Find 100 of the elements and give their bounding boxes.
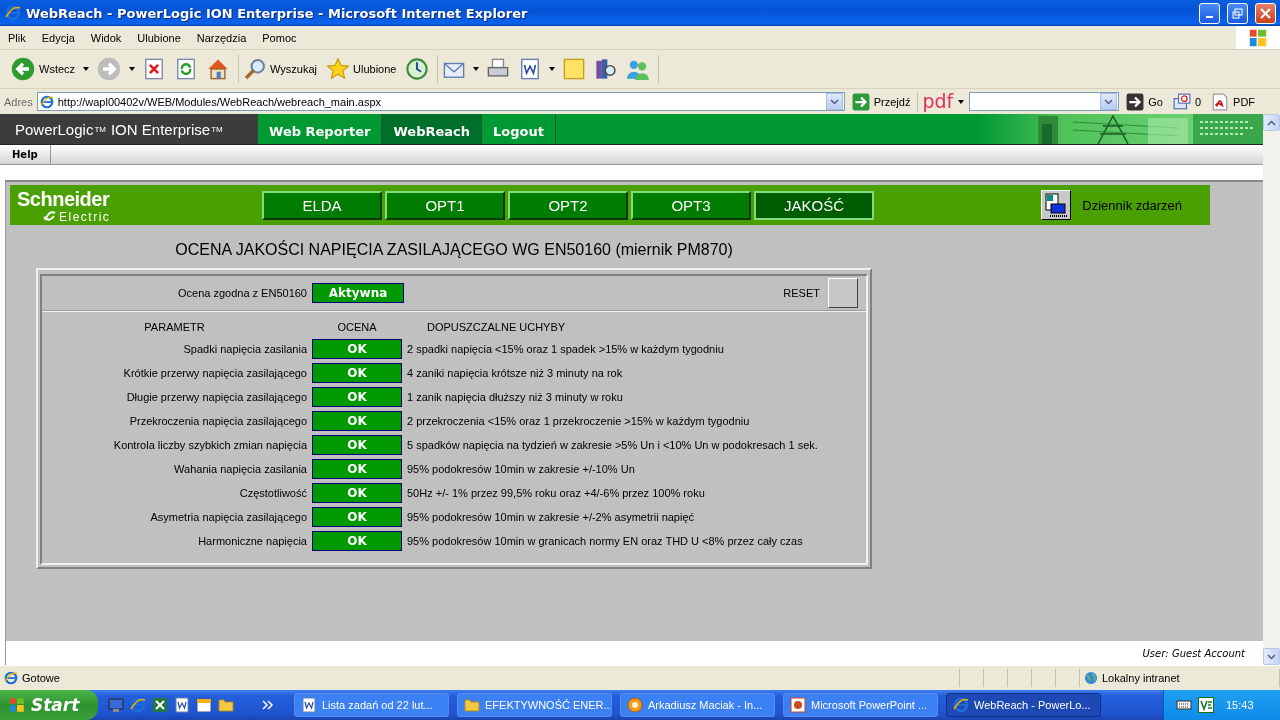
home-icon <box>207 58 230 80</box>
search-field[interactable] <box>969 92 1120 111</box>
tab[interactable]: OPT2 <box>508 190 628 220</box>
limits-cell-text: 95% podokresów 10min w zakresie +/-10% Un <box>407 463 636 475</box>
popup-blocker-button[interactable]: 0 <box>1169 92 1205 111</box>
limits-cell-text: 2 spadki napięcia <15% oraz 1 spadek >15% w każdym tygodniu <box>407 343 725 355</box>
keyboard-icon[interactable] <box>1176 697 1192 713</box>
taskbar-button[interactable]: EFEKTYWNOŚĆ ENER... <box>457 693 612 717</box>
limits-cell-text: 95% podokresów 10min w granicach normy EN oraz THD U <8% przez cały czas <box>407 535 804 547</box>
parameter-cell-text: Kontrola liczby szybkich zmian napięcia <box>112 439 307 451</box>
parameter-cell-text: Harmoniczne napięcia <box>197 535 307 547</box>
menu-item[interactable]: Ulubione <box>129 31 189 44</box>
chevron-up-icon <box>1267 119 1276 126</box>
taskbar-button[interactable]: Microsoft PowerPoint ... <box>783 693 938 717</box>
document-icon <box>519 58 542 80</box>
caret-icon[interactable] <box>957 98 966 105</box>
folder-icon[interactable] <box>218 697 234 713</box>
pdf-file-icon <box>1211 92 1230 111</box>
menu-item[interactable]: Plik <box>0 31 34 44</box>
books-icon <box>595 58 618 80</box>
rating-indicator: OK <box>312 387 402 407</box>
close-button[interactable] <box>1255 2 1276 24</box>
chevron-down-icon[interactable] <box>1104 98 1114 105</box>
rating-indicator: OK <box>312 339 402 359</box>
address-label: Adres <box>4 95 33 108</box>
refresh-icon <box>175 58 198 80</box>
minimize-icon <box>1206 16 1213 18</box>
menu-item[interactable]: Narzędzia <box>188 31 255 44</box>
limits-cell-text: 2 przekroczenia <15% oraz 1 przekroczenie >15% w każdym tygodniu <box>407 415 751 427</box>
tab[interactable]: OPT1 <box>385 190 505 220</box>
parameter-cell-text: Krótkie przerwy napięcia zasilającego <box>122 367 307 379</box>
tab[interactable]: ELDA <box>262 190 382 220</box>
help-link[interactable]: Help <box>0 145 51 164</box>
parameter-cell-text: Przekroczenia napięcia zasilającego <box>128 415 307 427</box>
rating-indicator: OK <box>312 459 402 479</box>
note-icon <box>563 58 586 80</box>
menu-item[interactable]: Widok <box>82 31 130 44</box>
taskbar-button[interactable]: Arkadiusz Maciak - In... <box>620 693 775 717</box>
nav-link[interactable]: WebReach <box>382 114 482 144</box>
people-icon <box>627 58 650 80</box>
computer-icon <box>1044 192 1069 218</box>
calendar-icon[interactable] <box>196 697 212 713</box>
status-text: Gotowe <box>22 672 60 684</box>
arrow-icon <box>1126 92 1145 111</box>
start-button[interactable]: Start <box>0 690 98 720</box>
app-icon[interactable] <box>1198 697 1214 713</box>
star-icon <box>327 58 350 80</box>
menu-item[interactable]: Edycja <box>33 31 83 44</box>
parameter-cell-text: Częstotliwość <box>238 487 307 499</box>
event-log-button[interactable] <box>1041 190 1072 220</box>
taskbar-button[interactable]: WebReach - PowerLo... <box>946 693 1101 717</box>
event-log-label: Dziennik zdarzeń <box>1082 197 1182 213</box>
search-button[interactable]: Wyszukaj <box>241 56 321 82</box>
address-field[interactable]: http://wapl00402v/WEB/Modules/WebReach/webreach_main.aspx <box>36 92 845 111</box>
document-icon[interactable] <box>174 697 190 713</box>
chevron-down-icon[interactable] <box>829 98 839 105</box>
page-heading: OCENA JAKOŚCI NAPIĘCIA ZASILAJĄCEGO WG EN50160 (miernik PM870) <box>174 241 734 259</box>
logo-subtitle: Electric <box>59 210 111 223</box>
reset-label: RESET <box>783 287 820 299</box>
caret-icon[interactable] <box>82 66 91 72</box>
stop-icon <box>143 58 166 80</box>
go-button[interactable]: Przejdź <box>848 92 914 111</box>
limits-cell-text: 1 zanik napięcia dłuższy niż 3 minuty w roku <box>407 391 624 403</box>
browser-icon[interactable] <box>130 697 146 713</box>
desktop-icon[interactable] <box>108 697 124 713</box>
rating-indicator: OK <box>312 363 402 383</box>
zone-text: Lokalny intranet <box>1102 672 1180 684</box>
restore-button[interactable] <box>1227 2 1248 24</box>
browser-icon <box>4 671 18 685</box>
compliance-label: Ocena zgodna z EN50160 <box>176 287 307 299</box>
scroll-up-button[interactable] <box>1263 114 1280 131</box>
pdf-logo: pdf <box>922 92 954 111</box>
limits-cell-text: 5 spadków napięcia na tydzień w zakresie >5% Un i <10% Un w podokresach 1 sek. <box>407 439 819 451</box>
logo-wordmark: Schneider <box>17 187 111 211</box>
back-button[interactable]: Wstecz <box>8 55 79 83</box>
caret-icon[interactable] <box>472 66 481 72</box>
flag-logo-icon <box>8 696 26 714</box>
history-icon <box>406 58 429 80</box>
pdf-button[interactable]: PDF <box>1208 92 1259 111</box>
clock: 15:43 <box>1226 699 1254 711</box>
browser-icon <box>5 5 21 21</box>
chevron-down-icon <box>1267 653 1276 660</box>
user-label: User: Guest Account <box>1142 647 1245 659</box>
tab[interactable]: JAKOŚĆ <box>754 190 874 220</box>
rating-indicator: OK <box>312 507 402 527</box>
menu-item[interactable]: Pomoc <box>254 31 305 44</box>
minimize-button[interactable] <box>1199 2 1220 24</box>
presentation-icon <box>790 697 806 713</box>
rating-indicator: OK <box>312 531 402 551</box>
reset-button[interactable] <box>828 278 858 308</box>
caret-icon[interactable] <box>128 66 137 72</box>
tab[interactable]: OPT3 <box>631 190 751 220</box>
favorites-button[interactable]: Ulubione <box>324 56 400 82</box>
taskbar-button[interactable]: Lista zadań od 22 lut... <box>294 693 449 717</box>
spreadsheet-icon[interactable] <box>152 697 168 713</box>
scroll-down-button[interactable] <box>1263 648 1280 665</box>
caret-icon[interactable] <box>548 66 557 72</box>
search-icon <box>244 58 267 80</box>
go-button[interactable]: Go <box>1123 92 1166 111</box>
restore-icon <box>1232 7 1243 19</box>
